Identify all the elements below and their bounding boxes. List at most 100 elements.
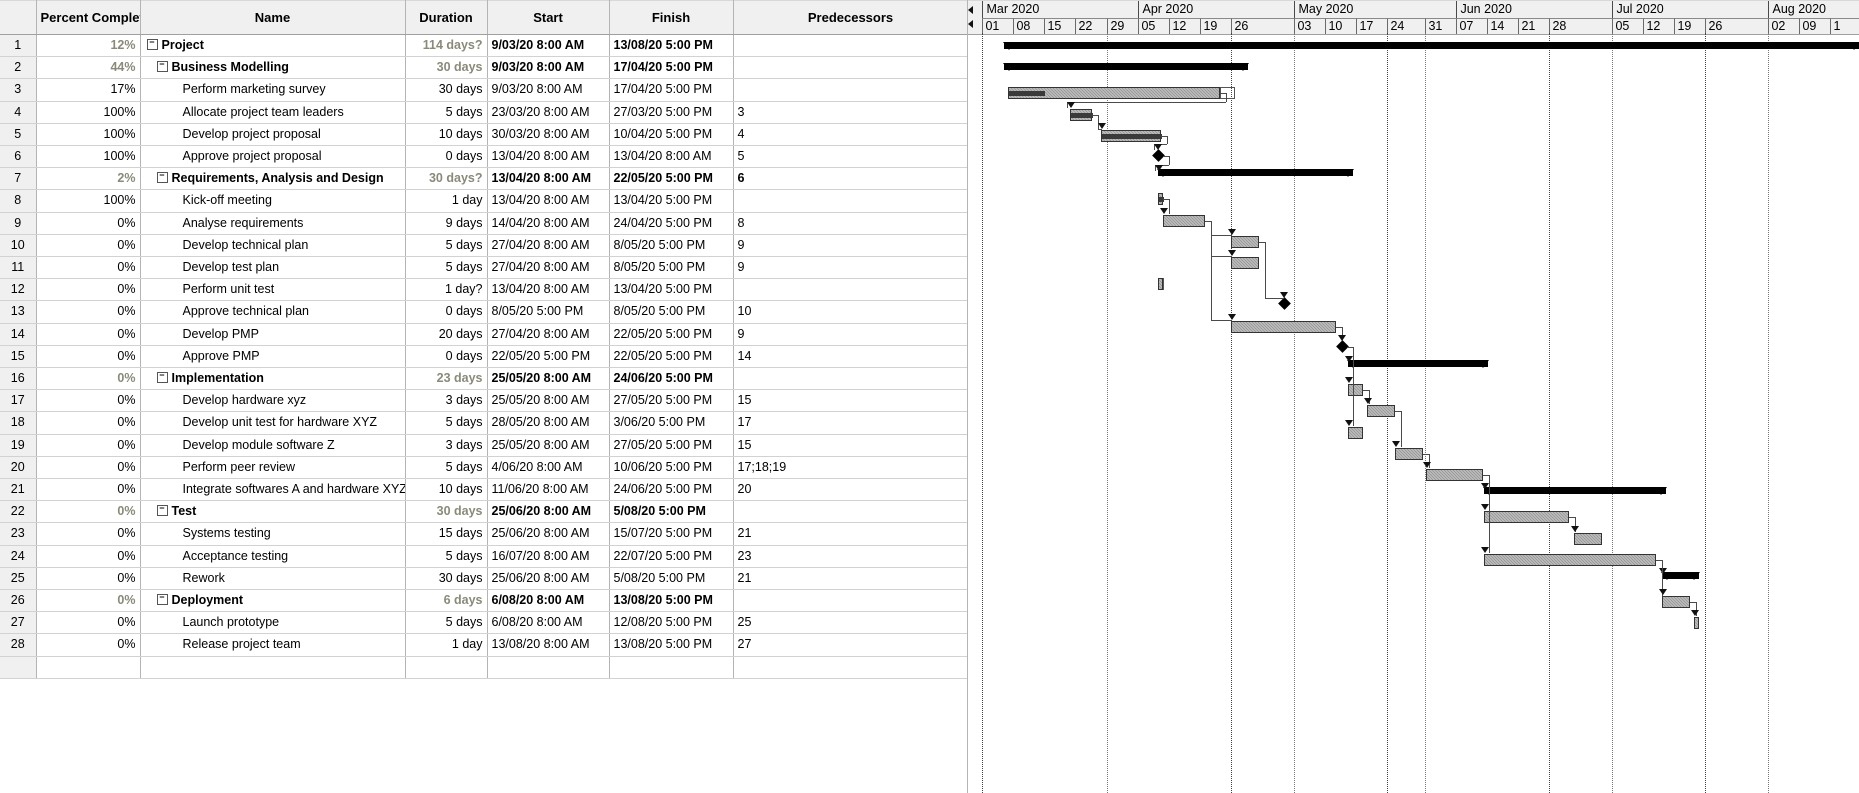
row-number-cell[interactable]: 22 — [0, 500, 37, 524]
table-row[interactable]: 3 17% Perform marketing survey 30 days 9/03/… — [0, 78, 968, 102]
finish-date-cell[interactable]: 22/05/20 5:00 PM — [609, 323, 734, 346]
gantt-task-bar[interactable] — [1008, 87, 1221, 100]
task-name-cell[interactable]: − Project — [140, 34, 406, 58]
percent-complete-cell[interactable]: 0% — [36, 278, 141, 302]
table-row[interactable]: 16 0% − Implementation 23 days 25/05/20 8:00 … — [0, 367, 968, 391]
percent-complete-cell[interactable]: 0% — [36, 323, 141, 346]
duration-cell[interactable]: 0 days — [405, 300, 488, 324]
duration-cell[interactable]: 1 day — [405, 633, 488, 657]
finish-date-cell[interactable]: 27/03/20 5:00 PM — [609, 101, 734, 124]
start-date-cell[interactable]: 9/03/20 8:00 AM — [487, 78, 610, 102]
start-date-cell[interactable]: 27/04/20 8:00 AM — [487, 256, 610, 280]
finish-date-cell[interactable]: 17/04/20 5:00 PM — [609, 78, 734, 102]
start-date-cell[interactable]: 23/03/20 8:00 AM — [487, 101, 610, 124]
gantt-summary-bar[interactable] — [1484, 487, 1667, 495]
column-header-finish[interactable]: Finish — [609, 0, 734, 35]
row-number-cell[interactable]: 8 — [0, 189, 37, 213]
row-number-cell[interactable]: 23 — [0, 522, 37, 546]
percent-complete-cell[interactable]: 12% — [36, 34, 141, 58]
finish-date-cell[interactable]: 13/04/20 8:00 AM — [609, 145, 734, 169]
start-date-cell[interactable]: 8/05/20 5:00 PM — [487, 300, 610, 324]
percent-complete-cell[interactable]: 0% — [36, 434, 141, 457]
finish-date-cell[interactable]: 8/05/20 5:00 PM — [609, 300, 734, 324]
predecessors-cell[interactable] — [733, 34, 968, 58]
duration-cell[interactable]: 5 days — [405, 234, 488, 258]
start-date-cell[interactable]: 27/04/20 8:00 AM — [487, 323, 610, 346]
table-row[interactable]: 17 0% Develop hardware xyz 3 days 25/05/20 8… — [0, 389, 968, 413]
row-number-cell[interactable]: 26 — [0, 589, 37, 613]
predecessors-cell[interactable]: 10 — [733, 300, 968, 324]
duration-cell[interactable]: 0 days — [405, 345, 488, 369]
task-name-cell[interactable]: − Requirements, Analysis and Design — [140, 167, 406, 191]
finish-date-cell[interactable]: 22/05/20 5:00 PM — [609, 345, 734, 369]
gantt-task-bar[interactable] — [1101, 129, 1163, 142]
row-number-cell[interactable]: 18 — [0, 411, 37, 435]
percent-complete-cell[interactable]: 0% — [36, 345, 141, 369]
gantt-task-bar[interactable] — [1574, 532, 1603, 545]
percent-complete-cell[interactable]: 0% — [36, 545, 141, 568]
table-row[interactable]: 10 0% Develop technical plan 5 days 27/04/20… — [0, 234, 968, 258]
start-date-cell[interactable]: 13/08/20 8:00 AM — [487, 633, 610, 657]
task-name-cell[interactable]: Rework — [140, 567, 406, 591]
gantt-summary-bar[interactable] — [1004, 63, 1249, 71]
duration-cell[interactable]: 20 days — [405, 323, 488, 346]
row-number-cell[interactable]: 3 — [0, 78, 37, 102]
finish-date-cell[interactable]: 5/08/20 5:00 PM — [609, 567, 734, 591]
predecessors-cell[interactable]: 6 — [733, 167, 968, 191]
duration-cell[interactable]: 1 day — [405, 189, 488, 213]
table-row[interactable]: 5 100% Develop project proposal 10 days 30/0… — [0, 123, 968, 147]
percent-complete-cell[interactable]: 0% — [36, 633, 141, 657]
percent-complete-cell[interactable]: 100% — [36, 101, 141, 124]
duration-cell[interactable]: 114 days? — [405, 34, 488, 58]
predecessors-cell[interactable] — [733, 189, 968, 213]
predecessors-cell[interactable]: 14 — [733, 345, 968, 369]
gantt-task-bar[interactable] — [1395, 447, 1424, 460]
start-date-cell[interactable]: 25/05/20 8:00 AM — [487, 389, 610, 413]
column-header-id[interactable] — [0, 0, 37, 35]
finish-date-cell[interactable]: 22/07/20 5:00 PM — [609, 545, 734, 568]
gantt-task-bar[interactable] — [1163, 214, 1206, 227]
gantt-canvas[interactable] — [968, 33, 1859, 793]
duration-cell[interactable]: 30 days — [405, 78, 488, 102]
percent-complete-cell[interactable]: 0% — [36, 256, 141, 280]
percent-complete-cell[interactable]: 0% — [36, 300, 141, 324]
start-date-cell[interactable]: 30/03/20 8:00 AM — [487, 123, 610, 147]
table-row[interactable]: 12 0% Perform unit test 1 day? 13/04/20 8:00… — [0, 278, 968, 302]
start-date-cell[interactable]: 9/03/20 8:00 AM — [487, 56, 610, 80]
task-name-cell[interactable]: Approve technical plan — [140, 300, 406, 324]
row-number-cell[interactable]: 15 — [0, 345, 37, 369]
table-row[interactable]: 9 0% Analyse requirements 9 days 14/04/20 8:… — [0, 212, 968, 235]
predecessors-cell[interactable]: 17 — [733, 411, 968, 435]
percent-complete-cell[interactable]: 0% — [36, 589, 141, 613]
finish-date-cell[interactable]: 15/07/20 5:00 PM — [609, 522, 734, 546]
gantt-task-bar[interactable] — [1231, 235, 1260, 248]
gantt-milestone-marker[interactable] — [1278, 297, 1292, 311]
collapse-expander-icon[interactable]: − — [156, 594, 168, 606]
start-date-cell[interactable]: 25/06/20 8:00 AM — [487, 500, 610, 524]
row-number-cell[interactable]: 28 — [0, 633, 37, 657]
duration-cell[interactable]: 3 days — [405, 389, 488, 413]
start-date-cell[interactable]: 28/05/20 8:00 AM — [487, 411, 610, 435]
duration-cell[interactable]: 5 days — [405, 256, 488, 280]
duration-cell[interactable]: 5 days — [405, 101, 488, 124]
row-number-cell[interactable]: 20 — [0, 456, 37, 480]
gantt-chart-panel[interactable]: Mar 2020 Apr 2020 May 2020 Jun 2020 Jul 2020… — [967, 0, 1859, 793]
duration-cell[interactable]: 5 days — [405, 545, 488, 568]
task-name-cell[interactable]: Release project team — [140, 633, 406, 657]
percent-complete-cell[interactable]: 0% — [36, 411, 141, 435]
percent-complete-cell[interactable]: 17% — [36, 78, 141, 102]
finish-date-cell[interactable]: 13/04/20 5:00 PM — [609, 189, 734, 213]
start-date-cell[interactable]: 9/03/20 8:00 AM — [487, 34, 610, 58]
table-row[interactable]: 19 0% Develop module software Z 3 days 25/05… — [0, 434, 968, 457]
collapse-expander-icon[interactable]: − — [156, 61, 168, 73]
gantt-task-bar-tiny[interactable] — [1163, 278, 1165, 291]
predecessors-cell[interactable]: 9 — [733, 323, 968, 346]
start-date-cell[interactable]: 25/06/20 8:00 AM — [487, 522, 610, 546]
row-number-cell[interactable]: 13 — [0, 300, 37, 324]
duration-cell[interactable]: 30 days — [405, 567, 488, 591]
task-name-cell[interactable]: Allocate project team leaders — [140, 101, 406, 124]
table-row[interactable]: 2 44% − Business Modelling 30 days 9/03/20 8:… — [0, 56, 968, 80]
percent-complete-cell[interactable]: 0% — [36, 522, 141, 546]
table-row[interactable]: 27 0% Launch prototype 5 days 6/08/20 8:00 A… — [0, 611, 968, 635]
predecessors-cell[interactable]: 27 — [733, 633, 968, 657]
